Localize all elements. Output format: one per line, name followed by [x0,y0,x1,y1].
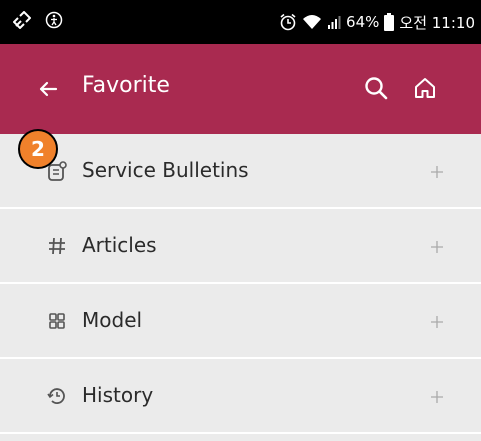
wifi-icon [302,14,322,30]
list-item-label: Articles [82,233,157,257]
favorite-list: Service Bulletins Articles Model History [0,134,481,434]
home-icon[interactable] [413,76,437,100]
list-item-label: Service Bulletins [82,158,249,182]
list-item-service-bulletins[interactable]: Service Bulletins [0,134,481,209]
plus-icon[interactable] [430,314,444,328]
status-right: 64% 오전 11:10 [279,10,475,34]
signal-icon [327,14,341,30]
plus-icon[interactable] [430,164,444,178]
plus-icon[interactable] [430,389,444,403]
status-bar: 64% 오전 11:10 [0,0,481,44]
grid-icon [46,310,68,332]
list-item-articles[interactable]: Articles [0,209,481,284]
back-arrow-icon[interactable] [36,77,60,101]
list-item-label: Model [82,308,143,332]
step-badge: 2 [18,129,58,169]
list-item-label: History [82,383,154,407]
hash-icon [46,235,68,257]
list-item-history[interactable]: History [0,359,481,434]
link-icon [12,10,32,33]
app-bar: Favorite [0,44,481,134]
status-left [12,10,63,34]
page-title: Favorite [82,73,170,98]
list-item-model[interactable]: Model [0,284,481,359]
accessibility-icon [45,11,63,33]
clock: 오전 11:10 [399,13,475,32]
plus-icon[interactable] [430,239,444,253]
battery-percent: 64% [346,13,380,31]
history-icon [46,385,68,407]
battery-icon [384,13,395,31]
search-icon[interactable] [363,75,389,101]
alarm-icon [279,13,297,31]
